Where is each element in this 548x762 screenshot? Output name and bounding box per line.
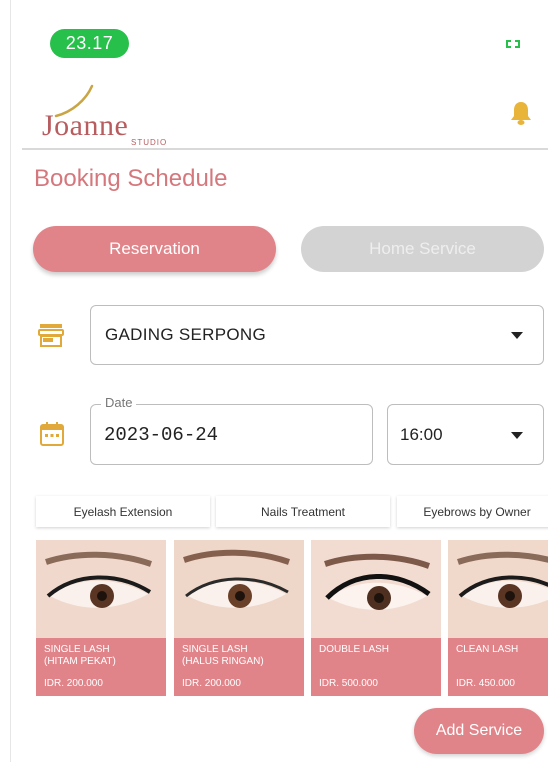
chevron-down-icon: [511, 332, 523, 339]
service-card-single-lash-hitam[interactable]: SINGLE LASH (HITAM PEKAT) IDR. 200.000: [36, 540, 166, 696]
eyelash-photo-icon: [448, 540, 548, 638]
service-info: DOUBLE LASH IDR. 500.000: [311, 638, 441, 696]
service-name: SINGLE LASH: [182, 644, 248, 655]
status-bar: 23.17: [0, 0, 548, 80]
service-name: DOUBLE LASH: [319, 644, 390, 655]
battery-icon: [506, 40, 520, 48]
service-price: IDR. 500.000: [319, 678, 378, 689]
service-info: SINGLE LASH (HALUS RINGAN) IDR. 200.000: [174, 638, 304, 696]
category-eyelash-extension[interactable]: Eyelash Extension: [36, 496, 210, 527]
date-field[interactable]: Date 2023-06-24: [90, 395, 373, 465]
service-name: CLEAN LASH: [456, 644, 519, 655]
branch-select[interactable]: GADING SERPONG: [90, 305, 544, 365]
service-name: SINGLE LASH: [44, 644, 110, 655]
eyelash-photo-icon: [174, 540, 304, 638]
service-info: CLEAN LASH IDR. 450.000: [448, 638, 548, 696]
service-card-single-lash-halus[interactable]: SINGLE LASH (HALUS RINGAN) IDR. 200.000: [174, 540, 304, 696]
brand-name: Joanne: [42, 109, 129, 142]
service-card-clean-lash[interactable]: CLEAN LASH IDR. 450.000: [448, 540, 548, 696]
page-title: Booking Schedule: [34, 165, 228, 192]
time-select[interactable]: 16:00: [387, 404, 544, 465]
app-header: Joanne STUDIO: [22, 80, 548, 150]
screen-edge: [10, 0, 11, 762]
eyelash-photo-icon: [36, 540, 166, 638]
service-card-double-lash[interactable]: DOUBLE LASH IDR. 500.000: [311, 540, 441, 696]
chevron-down-icon: [511, 431, 523, 439]
brand-sub: STUDIO: [131, 138, 168, 147]
service-price: IDR. 200.000: [44, 678, 103, 689]
date-label: Date: [101, 395, 137, 410]
category-eyebrows-by-owner[interactable]: Eyebrows by Owner: [397, 496, 548, 527]
status-time: 23.17: [50, 29, 129, 58]
service-price: IDR. 450.000: [456, 678, 515, 689]
tab-home-service[interactable]: Home Service: [301, 226, 544, 272]
store-icon: [38, 324, 64, 347]
date-value: 2023-06-24: [104, 423, 219, 446]
bell-icon[interactable]: [510, 100, 532, 126]
brand-logo: Joanne STUDIO: [42, 84, 192, 148]
category-nails-treatment[interactable]: Nails Treatment: [216, 496, 390, 527]
service-name-sub: (HITAM PEKAT): [44, 656, 116, 667]
calendar-icon: [40, 422, 64, 446]
service-price: IDR. 200.000: [182, 678, 241, 689]
service-name-sub: (HALUS RINGAN): [182, 656, 264, 667]
service-info: SINGLE LASH (HITAM PEKAT) IDR. 200.000: [36, 638, 166, 696]
branch-value: GADING SERPONG: [105, 325, 267, 344]
eyelash-photo-icon: [311, 540, 441, 638]
add-service-button[interactable]: Add Service: [414, 708, 544, 754]
service-list: SINGLE LASH (HITAM PEKAT) IDR. 200.000 S…: [36, 540, 548, 698]
time-value: 16:00: [400, 424, 443, 444]
tab-reservation[interactable]: Reservation: [33, 226, 276, 272]
